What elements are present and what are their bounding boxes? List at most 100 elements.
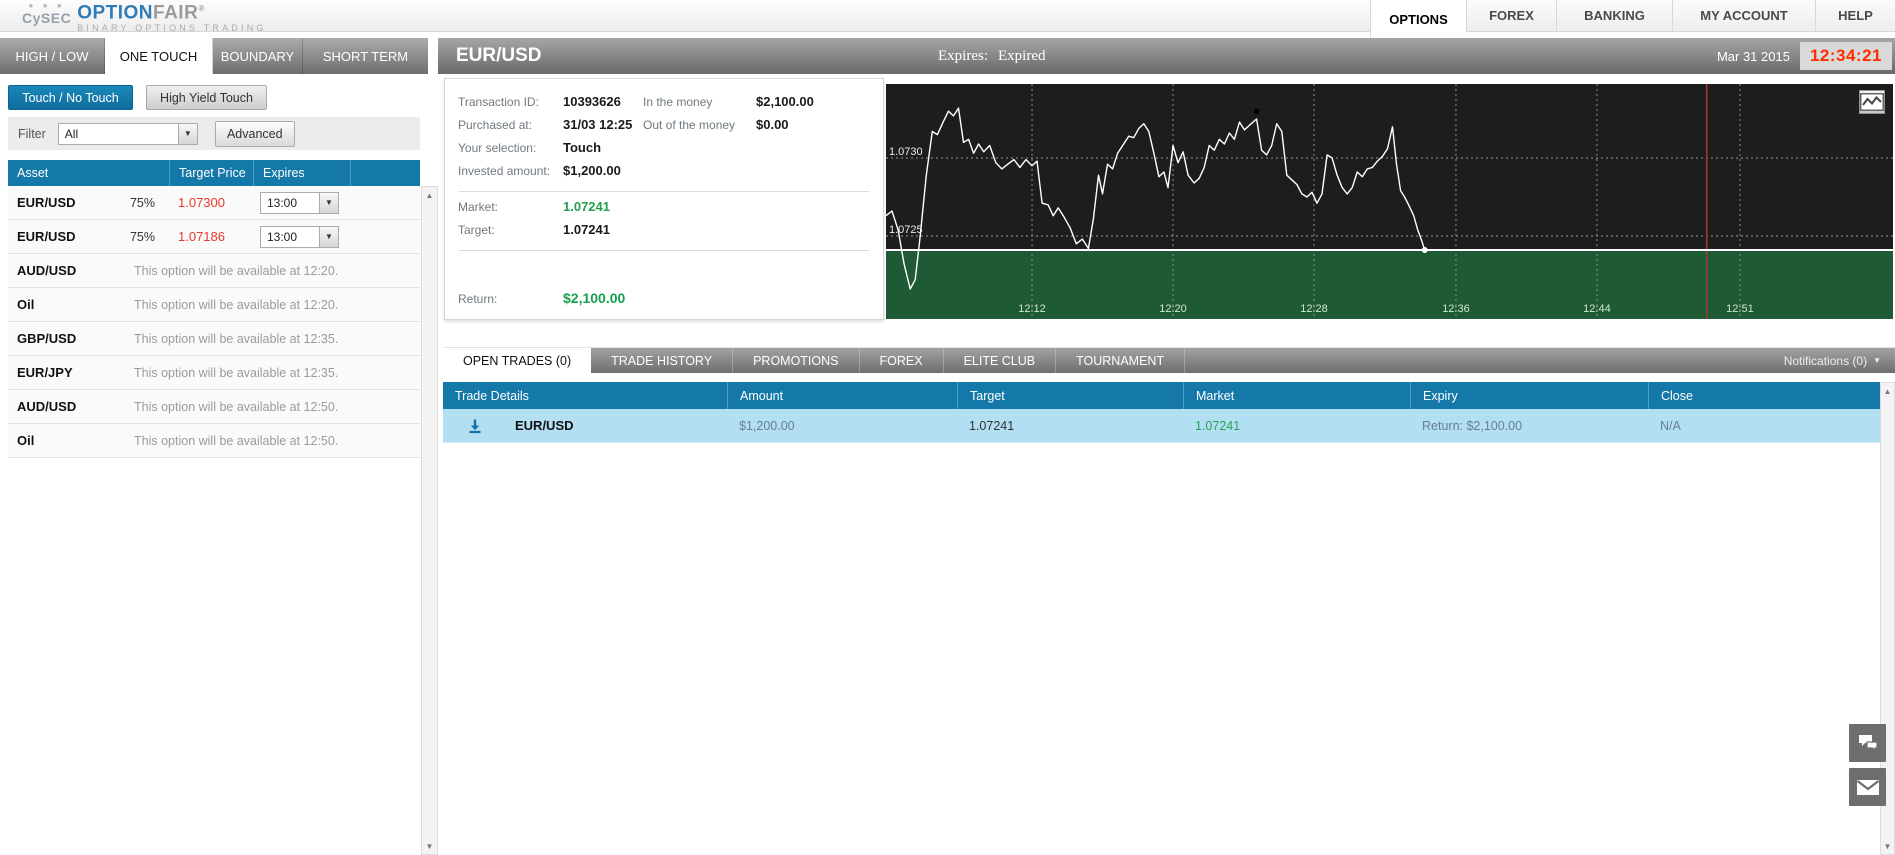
scroll-up-icon[interactable]: ▲ xyxy=(1881,383,1894,399)
trade-amount: $1,200.00 xyxy=(739,418,795,433)
brand-block: OPTIONFAIR® BINARY OPTIONS TRADING xyxy=(77,1,266,36)
open-trades-header: Trade Details Amount Target Market Expir… xyxy=(443,382,1880,409)
asset-target-price: 1.07300 xyxy=(178,195,225,210)
touch-no-touch-button[interactable]: Touch / No Touch xyxy=(8,85,133,110)
asset-payout: 75% xyxy=(129,229,155,244)
download-icon[interactable] xyxy=(467,418,483,434)
filter-select[interactable]: All ▼ xyxy=(57,122,198,145)
nav-tab-forex[interactable]: FOREX xyxy=(1466,0,1556,31)
chart-style-button[interactable] xyxy=(1859,90,1885,114)
chevron-down-icon[interactable]: ▼ xyxy=(319,226,338,247)
asset-row-pending[interactable]: AUD/USD This option will be available at… xyxy=(8,254,420,288)
tab-boundary[interactable]: BOUNDARY xyxy=(213,38,303,74)
instrument-symbol: EUR/USD xyxy=(456,45,542,66)
top-nav: OPTIONS FOREX BANKING MY ACCOUNT HELP xyxy=(1370,0,1895,38)
availability-message: This option will be available at 12:35. xyxy=(134,365,339,380)
optionfair-logo: ★ ★ ★ CySEC OPTIONFAIR® BINARY OPTIONS T… xyxy=(22,1,267,36)
tab-trade-history[interactable]: TRADE HISTORY xyxy=(591,348,734,373)
email-button[interactable] xyxy=(1849,768,1886,806)
asset-row-eurusd-2[interactable]: EUR/USD 75% 1.07186 13:00 ▼ xyxy=(8,220,420,254)
asset-payout: 75% xyxy=(129,195,155,210)
price-chart-svg: 12:12 12:20 12:28 12:36 12:44 12:51 1.0730 1.07… xyxy=(886,84,1893,319)
col-amount: Amount xyxy=(727,382,957,409)
notifications-label: Notifications (0) xyxy=(1783,353,1868,368)
asset-row-pending[interactable]: GBP/USD This option will be available at… xyxy=(8,322,420,356)
market-label: Market: xyxy=(458,200,499,214)
divider xyxy=(459,250,869,251)
chevron-down-icon[interactable]: ▼ xyxy=(319,192,338,213)
target-value: 1.07241 xyxy=(563,222,610,237)
svg-text:1.0725: 1.0725 xyxy=(889,224,923,236)
asset-row-pending[interactable]: Oil This option will be available at 12:… xyxy=(8,288,420,322)
high-yield-touch-button[interactable]: High Yield Touch xyxy=(146,85,267,110)
col-target: Target xyxy=(957,382,1183,409)
expires-status: Expires: Expired xyxy=(938,47,1046,64)
col-trade-details: Trade Details xyxy=(455,388,529,403)
trade-details-card: Transaction ID: 10393626 In the money $2… xyxy=(444,78,884,320)
open-trade-row[interactable]: EUR/USD $1,200.00 1.07241 1.07241 Return… xyxy=(443,409,1880,443)
svg-text:12:20: 12:20 xyxy=(1159,303,1187,315)
asset-row-pending[interactable]: AUD/USD This option will be available at… xyxy=(8,390,420,424)
tab-elite-club[interactable]: ELITE CLUB xyxy=(944,348,1057,373)
scroll-up-icon[interactable]: ▲ xyxy=(422,187,437,203)
trades-panel: OPEN TRADES (0) TRADE HISTORY PROMOTIONS… xyxy=(443,347,1895,855)
divider xyxy=(459,191,869,192)
svg-text:12:28: 12:28 xyxy=(1300,303,1328,315)
chevron-down-icon[interactable]: ▼ xyxy=(177,123,197,144)
chevron-down-icon: ▼ xyxy=(1873,356,1881,365)
mail-icon xyxy=(1856,779,1879,795)
registered-mark: ® xyxy=(198,4,205,13)
tab-high-low[interactable]: HIGH / LOW xyxy=(0,38,105,74)
live-chat-button[interactable] xyxy=(1849,724,1886,762)
assets-table-header: Asset Target Price Expires xyxy=(8,160,420,186)
notifications-dropdown[interactable]: Notifications (0) ▼ xyxy=(1784,348,1895,373)
tab-open-trades[interactable]: OPEN TRADES (0) xyxy=(443,348,592,373)
out-money-value: $0.00 xyxy=(756,117,789,132)
target-label: Target: xyxy=(458,223,495,237)
trade-expiry: Return: $2,100.00 xyxy=(1422,418,1523,433)
in-money-value: $2,100.00 xyxy=(756,94,814,109)
assets-panel: Touch / No Touch High Yield Touch Filter… xyxy=(0,74,438,855)
nav-tab-my-account[interactable]: MY ACCOUNT xyxy=(1672,0,1815,31)
tab-tournament[interactable]: TOURNAMENT xyxy=(1056,348,1186,373)
nav-tab-options[interactable]: OPTIONS xyxy=(1370,0,1466,38)
availability-message: This option will be available at 12:20. xyxy=(134,297,339,312)
tab-promotions[interactable]: PROMOTIONS xyxy=(733,348,860,373)
purchased-at-label: Purchased at: xyxy=(458,118,533,132)
return-value: $2,100.00 xyxy=(563,290,626,306)
expiry-select[interactable]: 13:00 ▼ xyxy=(260,191,339,214)
filter-selected-value: All xyxy=(64,126,79,141)
line-chart-icon xyxy=(1860,93,1884,111)
scroll-down-icon[interactable]: ▼ xyxy=(422,838,437,854)
clock: 12:34:21 xyxy=(1799,42,1892,70)
svg-text:12:12: 12:12 xyxy=(1018,303,1046,315)
in-money-label: In the money xyxy=(643,95,713,109)
scroll-down-icon[interactable]: ▼ xyxy=(1881,838,1894,854)
expiry-select[interactable]: 13:00 ▼ xyxy=(260,225,339,248)
asset-row-pending[interactable]: EUR/JPY This option will be available at… xyxy=(8,356,420,390)
transaction-id-label: Transaction ID: xyxy=(458,95,539,109)
out-money-label: Out of the money xyxy=(643,118,736,132)
asset-name: Oil xyxy=(17,433,35,448)
brand-name: OPTIONFAIR® xyxy=(77,2,205,24)
availability-message: This option will be available at 12:50. xyxy=(134,399,339,414)
nav-tab-banking[interactable]: BANKING xyxy=(1556,0,1672,31)
market-value: 1.07241 xyxy=(563,199,610,214)
asset-name: EUR/USD xyxy=(17,195,76,210)
asset-row-pending[interactable]: Oil This option will be available at 12:… xyxy=(8,424,420,458)
tab-forex[interactable]: FOREX xyxy=(860,348,944,373)
expiry-value: 13:00 xyxy=(267,229,298,244)
invested-value: $1,200.00 xyxy=(563,163,621,178)
tab-one-touch[interactable]: ONE TOUCH xyxy=(105,38,213,74)
trade-market: 1.07241 xyxy=(1195,418,1241,433)
col-target-price: Target Price xyxy=(169,160,253,186)
nav-tab-help[interactable]: HELP xyxy=(1815,0,1895,31)
asset-name: GBP/USD xyxy=(17,331,77,346)
price-chart: 12:12 12:20 12:28 12:36 12:44 12:51 1.0730 1.07… xyxy=(886,84,1893,319)
tab-short-term[interactable]: SHORT TERM xyxy=(303,38,428,74)
date-label: Mar 31 2015 xyxy=(1716,48,1790,64)
asset-row-eurusd-1[interactable]: EUR/USD 75% 1.07300 13:00 ▼ xyxy=(8,186,420,220)
advanced-button[interactable]: Advanced xyxy=(214,120,295,147)
assets-scrollbar[interactable]: ▲ ▼ xyxy=(421,186,438,855)
col-close: Close xyxy=(1648,382,1880,409)
